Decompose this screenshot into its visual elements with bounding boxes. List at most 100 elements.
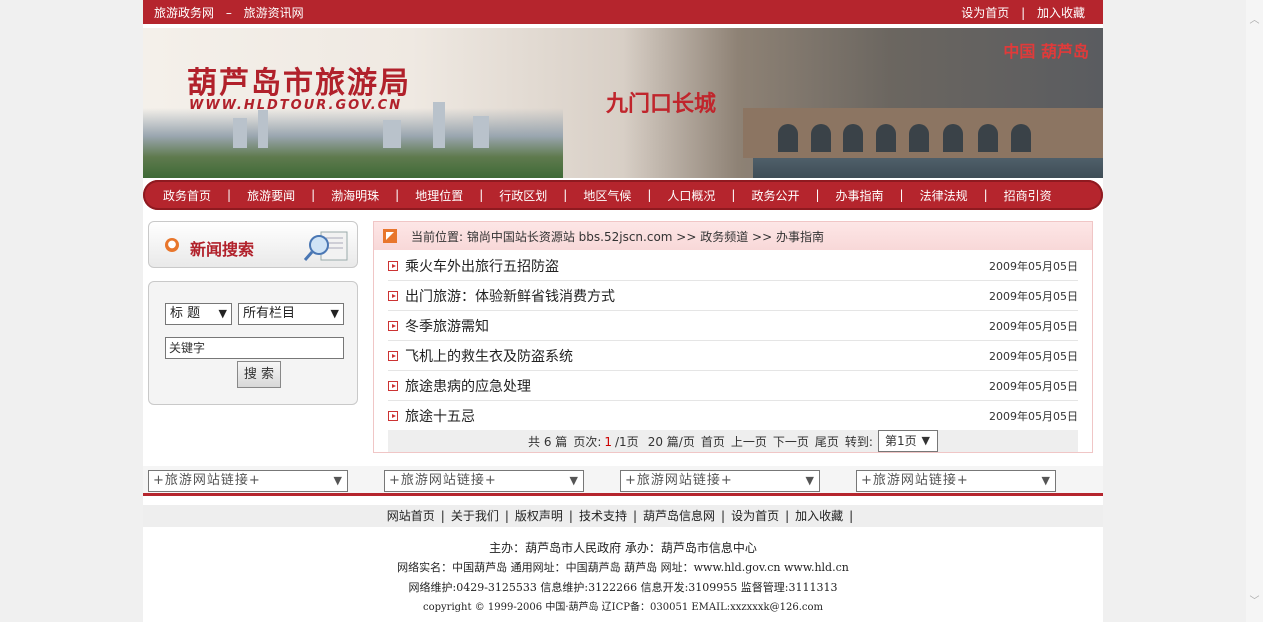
article-row[interactable]: 旅途患病的应急处理 2009年05月05日 — [388, 372, 1078, 401]
nav-divider: | — [731, 188, 736, 202]
site-links-value: +旅游网站链接+ — [153, 473, 261, 488]
breadcrumb: 当前位置: 锦尚中国站长资源站 bbs.52jscn.com >> 政务频道 >… — [374, 222, 1092, 250]
location-icon — [383, 229, 397, 243]
footer-nav-link[interactable]: 网站首页 — [387, 509, 435, 523]
article-row[interactable]: 冬季旅游需知 2009年05月05日 — [388, 312, 1078, 341]
chevron-down-icon: ▼ — [569, 474, 579, 487]
set-homepage-link[interactable]: 设为首页 — [961, 6, 1009, 20]
nav-divider: | — [647, 188, 652, 202]
article-row[interactable]: 飞机上的救生衣及防盗系统 2009年05月05日 — [388, 342, 1078, 371]
footer-copyright: copyright © 1999-2006 中国·葫芦岛 辽ICP备：03005… — [423, 602, 823, 613]
banner-region-label: 中国 葫芦岛 — [1003, 42, 1089, 61]
last-page-link[interactable]: 尾页 — [815, 433, 839, 450]
keyword-input[interactable]: 关键字 — [165, 337, 344, 359]
article-title[interactable]: 乘火车外出旅行五招防盗 — [405, 256, 989, 276]
total-count: 共 6 篇 — [528, 434, 568, 449]
tourism-news-site-link[interactable]: 旅游资讯网 — [244, 6, 304, 20]
nav-divider: | — [563, 188, 568, 202]
nav-item[interactable]: 政务公开 — [751, 187, 799, 204]
nav-item[interactable]: 政务首页 — [163, 187, 211, 204]
news-search-form: 标 题 ▼ 所有栏目 ▼ 关键字 搜 索 — [148, 281, 358, 405]
footer-nav-divider: | — [632, 509, 638, 523]
nav-item[interactable]: 旅游要闻 — [247, 187, 295, 204]
nav-item[interactable]: 招商引资 — [1004, 187, 1052, 204]
current-page: 1 — [604, 434, 612, 449]
wall-arch — [876, 124, 896, 152]
total-pages: /1页 — [615, 434, 639, 449]
footer-nav-divider: | — [440, 509, 445, 523]
add-favorite-link[interactable]: 加入收藏 — [1037, 6, 1085, 20]
footer-nav-link[interactable]: 葫芦岛信息网 — [643, 509, 715, 523]
site-links-bar: +旅游网站链接+ ▼ +旅游网站链接+ ▼ +旅游网站链接+ ▼ +旅游网站链接+ ▼ — [143, 466, 1103, 496]
page-scrollbar[interactable]: ︿ ﹀ — [1246, 0, 1263, 622]
footer-nav-link[interactable]: 版权声明 — [515, 509, 563, 523]
tourism-gov-site-link[interactable]: 旅游政务网 — [154, 6, 214, 20]
news-search-title: 新闻搜索 — [190, 240, 255, 259]
search-column-select[interactable]: 所有栏目 ▼ — [238, 303, 344, 325]
footer-nav-link[interactable]: 关于我们 — [451, 509, 499, 523]
site-links-select[interactable]: +旅游网站链接+ ▼ — [856, 470, 1056, 492]
article-date: 2009年05月05日 — [989, 320, 1078, 333]
article-title[interactable]: 冬季旅游需知 — [405, 316, 989, 336]
nav-item[interactable]: 行政区划 — [499, 187, 547, 204]
footer-nav-link[interactable]: 加入收藏 — [795, 509, 843, 523]
article-row[interactable]: 旅途十五忌 2009年05月05日 — [388, 402, 1078, 431]
footer-nav-divider: | — [849, 509, 854, 523]
footer-info: 主办：葫芦岛市人民政府 承办：葫芦岛市信息中心 网络实名：中国葫芦岛 通用网址：… — [143, 538, 1103, 618]
search-field-value: 标 题 — [170, 306, 201, 321]
page-jump-select[interactable]: 第1页 ▼ — [877, 430, 938, 452]
footer-sponsor: 主办：葫芦岛市人民政府 承办：葫芦岛市信息中心 — [489, 541, 757, 555]
building-shape — [258, 110, 268, 148]
nav-divider: | — [395, 188, 400, 202]
site-logo-title[interactable]: 葫芦岛市旅游局 — [187, 58, 411, 102]
chevron-down-icon: ▼ — [333, 474, 343, 487]
article-row[interactable]: 乘火车外出旅行五招防盗 2009年05月05日 — [388, 252, 1078, 281]
nav-item[interactable]: 地理位置 — [415, 187, 463, 204]
nav-divider: | — [899, 188, 904, 202]
article-title[interactable]: 出门旅游：体验新鲜省钱消费方式 — [405, 286, 989, 306]
bullet-icon — [388, 321, 398, 331]
page: 旅游政务网 – 旅游资讯网 设为首页 | 加入收藏 葫芦岛市旅游局 WWW.HL… — [143, 0, 1103, 622]
scroll-up-icon[interactable]: ︿ — [1246, 12, 1263, 29]
nav-item[interactable]: 渤海明珠 — [331, 187, 379, 204]
breadcrumb-text: 当前位置: 锦尚中国站长资源站 bbs.52jscn.com >> 政务频道 >… — [411, 229, 824, 244]
goto-label: 转到: — [844, 434, 873, 449]
next-page-link[interactable]: 下一页 — [773, 433, 809, 450]
prev-page-link[interactable]: 上一页 — [731, 433, 767, 450]
article-title[interactable]: 旅途十五忌 — [405, 406, 989, 426]
article-date: 2009年05月05日 — [989, 260, 1078, 273]
building-shape — [433, 102, 445, 148]
main-navigation: 政务首页 | 旅游要闻 | 渤海明珠 | 地理位置 | 行政区划 | 地区气候 | 人口概况 | 政务公开 |… — [143, 180, 1103, 210]
footer-nav-link[interactable]: 设为首页 — [731, 509, 779, 523]
wall-arch — [778, 124, 798, 152]
nav-item[interactable]: 地区气候 — [583, 187, 631, 204]
article-title[interactable]: 飞机上的救生衣及防盗系统 — [405, 346, 989, 366]
page-jump-value: 第1页 — [884, 434, 917, 448]
chevron-down-icon: ▼ — [921, 434, 930, 447]
footer-nav-divider: | — [785, 509, 790, 523]
site-links-select[interactable]: +旅游网站链接+ ▼ — [148, 470, 348, 492]
site-links-select[interactable]: +旅游网站链接+ ▼ — [620, 470, 820, 492]
site-logo-url: WWW.HLDTOUR.GOV.CN — [189, 98, 403, 113]
article-title[interactable]: 旅途患病的应急处理 — [405, 376, 989, 396]
first-page-link[interactable]: 首页 — [701, 433, 725, 450]
bullet-icon — [388, 351, 398, 361]
nav-item[interactable]: 办事指南 — [836, 187, 884, 204]
nav-divider: | — [311, 188, 316, 202]
footer-nav-divider: | — [721, 509, 726, 523]
footer-domains: 网络实名：中国葫芦岛 通用网址：中国葫芦岛 葫芦岛 网址：www.hld.gov… — [397, 561, 849, 574]
banner-wall-title: 九门口长城 — [606, 91, 717, 117]
article-row[interactable]: 出门旅游：体验新鲜省钱消费方式 2009年05月05日 — [388, 282, 1078, 311]
scroll-down-icon[interactable]: ﹀ — [1246, 593, 1263, 610]
search-field-select[interactable]: 标 题 ▼ — [165, 303, 232, 325]
search-button[interactable]: 搜 索 — [237, 361, 281, 388]
site-links-select[interactable]: +旅游网站链接+ ▼ — [384, 470, 584, 492]
bullet-icon — [388, 291, 398, 301]
top-bar: 旅游政务网 – 旅游资讯网 设为首页 | 加入收藏 — [143, 0, 1103, 24]
nav-item[interactable]: 人口概况 — [667, 187, 715, 204]
bullet-icon — [388, 411, 398, 421]
city-skyline-image — [143, 108, 563, 178]
nav-item[interactable]: 法律法规 — [920, 187, 968, 204]
footer-nav-link[interactable]: 技术支持 — [579, 509, 627, 523]
site-links-value: +旅游网站链接+ — [861, 473, 969, 488]
